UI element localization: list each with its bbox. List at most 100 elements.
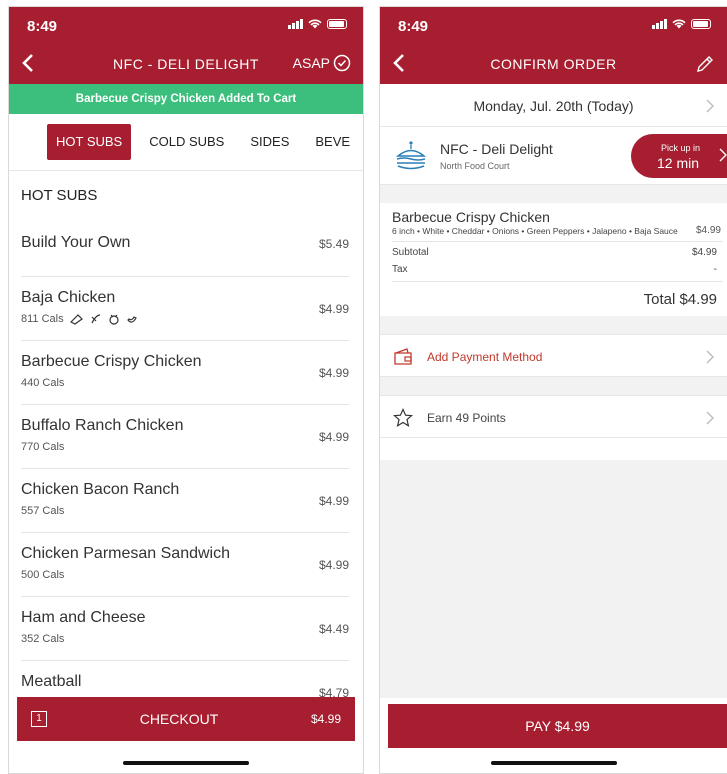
pencil-icon[interactable] [695, 54, 715, 74]
soy-icon [109, 314, 119, 325]
empty-area [380, 460, 727, 698]
menu-item-price: $4.99 [318, 558, 349, 572]
checkout-total: $4.99 [310, 712, 341, 726]
pickup-label: Pick up in [661, 143, 701, 153]
confirm-order-screen: 8:49 CONFIRM ORDER Monday, Jul. 20th (To… [379, 6, 727, 774]
menu-item-cals: 557 Cals [21, 505, 65, 517]
checkout-button[interactable]: 1 CHECKOUT $4.99 [17, 697, 355, 741]
home-indicator [123, 761, 249, 765]
earn-points-label: Earn 49 Points [427, 411, 506, 425]
menu-item-cals: 352 Cals [21, 633, 65, 645]
pickup-value: 12 min [657, 155, 700, 171]
menu-item-name: Ham and Cheese [21, 609, 146, 626]
status-time: 8:49 [27, 18, 58, 35]
menu-item-price: $4.49 [318, 622, 349, 636]
wifi-icon [308, 19, 322, 29]
pay-button[interactable]: PAY $4.99 [388, 704, 727, 748]
chevron-right-icon [706, 350, 714, 364]
page-title: CONFIRM ORDER [490, 56, 617, 72]
chevron-right-icon [706, 411, 714, 425]
wifi-icon [672, 19, 686, 29]
menu-item-name: Chicken Bacon Ranch [21, 481, 180, 498]
order-item-name: Barbecue Crispy Chicken [392, 209, 550, 225]
cart-count-badge: 1 [31, 711, 47, 727]
tax-label: Tax [392, 264, 408, 275]
pickup-date-row[interactable]: Monday, Jul. 20th (Today) [380, 84, 727, 127]
status-bar: 8:49 [9, 7, 363, 45]
subtotal-value: $4.99 [691, 247, 717, 258]
menu-item[interactable]: Chicken Bacon Ranch 557 Cals $4.99 [21, 469, 349, 533]
pickup-date: Monday, Jul. 20th (Today) [473, 98, 634, 114]
store-name: NFC - Deli Delight [440, 141, 553, 157]
menu-item-cals: 440 Cals [21, 377, 65, 389]
tax-value: - [713, 264, 717, 275]
wallet-icon [394, 348, 412, 365]
order-summary: Barbecue Crispy Chicken 6 inch • White •… [380, 203, 727, 316]
store-row: NFC - Deli Delight North Food Court Pick… [380, 127, 727, 185]
section-gap [380, 185, 727, 203]
order-item-description: 6 inch • White • Cheddar • Onions • Gree… [392, 226, 678, 236]
menu-item[interactable]: Ham and Cheese 352 Cals $4.49 [21, 597, 349, 661]
nav-bar: NFC - DELI DELIGHT ASAP [9, 45, 363, 84]
menu-item-cals: 500 Cals [21, 569, 65, 581]
earn-points-row[interactable]: Earn 49 Points [380, 395, 727, 438]
menu-item-name: Build Your Own [21, 234, 131, 251]
tab-sides[interactable]: SIDES [242, 124, 297, 160]
menu-item-price: $5.49 [318, 237, 349, 251]
signal-icon [288, 19, 303, 29]
menu-item-price: $4.99 [318, 302, 349, 316]
menu-list: Build Your Own $5.49 Baja Chicken 811 Ca… [9, 213, 363, 721]
gluten-icon [91, 314, 100, 324]
menu-item-price: $4.99 [318, 366, 349, 380]
menu-item-price: $4.99 [318, 494, 349, 508]
star-icon [393, 408, 413, 428]
order-total: Total $4.99 [643, 291, 717, 308]
store-location: North Food Court [440, 161, 510, 171]
asap-label: ASAP [292, 55, 330, 71]
subtotal-label: Subtotal [392, 247, 429, 258]
dairy-icon [69, 314, 83, 325]
menu-item[interactable]: Build Your Own $5.49 [21, 213, 349, 277]
menu-item-name: Baja Chicken [21, 289, 116, 306]
home-indicator [490, 761, 617, 765]
header-bar: 8:49 NFC - DELI DELIGHT ASAP [9, 7, 363, 84]
battery-icon [691, 19, 711, 29]
menu-screen: 8:49 NFC - DELI DELIGHT ASAP Barbecue Cr… [8, 6, 364, 774]
tax-row: Tax - [392, 259, 723, 276]
menu-item-cals: 770 Cals [21, 441, 65, 453]
tab-cold-subs[interactable]: COLD SUBS [141, 124, 232, 160]
system-icons [652, 19, 711, 29]
tab-beverages[interactable]: BEVE [307, 124, 358, 160]
asap-button[interactable]: ASAP [293, 54, 351, 72]
total-row: Total $4.99 [392, 282, 723, 316]
tab-hot-subs[interactable]: HOT SUBS [47, 124, 132, 160]
system-icons [288, 19, 347, 29]
section-gap [380, 377, 727, 395]
added-to-cart-banner: Barbecue Crispy Chicken Added To Cart [9, 84, 363, 114]
menu-item-cals: 811 Cals [21, 313, 64, 325]
chevron-right-icon [706, 99, 714, 113]
section-title: HOT SUBS [21, 187, 98, 204]
menu-item[interactable]: Chicken Parmesan Sandwich 500 Cals $4.99 [21, 533, 349, 597]
clock-check-icon [333, 54, 351, 72]
chevron-right-icon [719, 148, 727, 162]
order-item-price: $4.99 [695, 225, 721, 236]
status-bar: 8:49 [380, 7, 727, 45]
menu-item-name: Buffalo Ranch Chicken [21, 417, 184, 434]
egg-icon [126, 316, 137, 323]
menu-item-price: $4.99 [318, 430, 349, 444]
menu-item-name: Meatball [21, 673, 82, 690]
menu-item[interactable]: Buffalo Ranch Chicken 770 Cals $4.99 [21, 405, 349, 469]
menu-item-name: Chicken Parmesan Sandwich [21, 545, 230, 562]
subtotal-row: Subtotal $4.99 [392, 242, 723, 259]
menu-item-name: Barbecue Crispy Chicken [21, 353, 202, 370]
status-time: 8:49 [398, 18, 429, 35]
menu-item[interactable]: Barbecue Crispy Chicken 440 Cals $4.99 [21, 341, 349, 405]
add-payment-label: Add Payment Method [427, 350, 543, 364]
add-payment-method-row[interactable]: Add Payment Method [380, 334, 727, 377]
pickup-time-button[interactable]: Pick up in 12 min [631, 134, 727, 178]
category-tabs: HOT SUBS COLD SUBS SIDES BEVE [9, 114, 363, 171]
header-bar: 8:49 CONFIRM ORDER [380, 7, 727, 84]
menu-item[interactable]: Baja Chicken 811 Cals $4.99 [21, 277, 349, 341]
signal-icon [652, 19, 667, 29]
